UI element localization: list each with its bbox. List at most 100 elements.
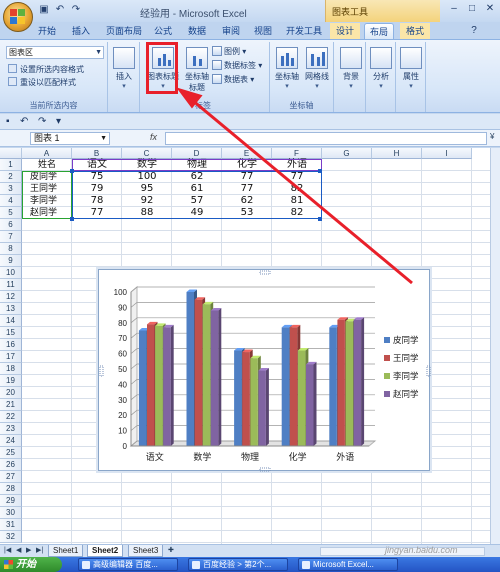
row-header-26[interactable]: 26 [0, 459, 22, 471]
expand-formula-bar-icon[interactable]: ¥ [490, 132, 494, 141]
row-header-27[interactable]: 27 [0, 471, 22, 483]
reset-style-button[interactable]: 重设以匹配样式 [8, 77, 76, 88]
row-header-22[interactable]: 22 [0, 411, 22, 423]
redo-icon[interactable]: ↷ [38, 116, 46, 127]
range-resize-handle[interactable] [318, 217, 322, 221]
column-header-h[interactable]: H [372, 148, 422, 159]
row-header-1[interactable]: 1 [0, 159, 22, 171]
row-header-3[interactable]: 3 [0, 183, 22, 195]
format-selection-button[interactable]: 设置所选内容格式 [8, 64, 84, 75]
analysis-button[interactable]: 分析 ▾ [366, 45, 396, 97]
legend-button[interactable]: 图例 ▾ [212, 46, 246, 57]
row-header-32[interactable]: 32 [0, 531, 22, 543]
range-resize-handle[interactable] [70, 169, 74, 173]
tab-review[interactable]: 审阅 [218, 23, 244, 39]
insert-button[interactable]: 插入 ▾ [108, 45, 140, 97]
redo-icon[interactable]: ↷ [70, 4, 82, 16]
taskbar-item-editor[interactable]: 高级编辑器 百度... [78, 558, 178, 571]
sheet-tab-1[interactable]: Sheet1 [48, 545, 84, 557]
minimize-button[interactable]: – [446, 2, 462, 16]
tab-insert[interactable]: 插入 [68, 23, 94, 39]
range-resize-handle[interactable] [318, 169, 322, 173]
column-header-a[interactable]: A [22, 148, 72, 159]
start-button[interactable]: 开始 [0, 557, 62, 572]
row-header-28[interactable]: 28 [0, 483, 22, 495]
formula-input[interactable] [165, 132, 487, 145]
range-resize-handle[interactable] [70, 217, 74, 221]
column-header-f[interactable]: F [272, 148, 322, 159]
row-header-14[interactable]: 14 [0, 315, 22, 327]
column-header-e[interactable]: E [222, 148, 272, 159]
row-header-15[interactable]: 15 [0, 327, 22, 339]
row-header-31[interactable]: 31 [0, 519, 22, 531]
row-header-13[interactable]: 13 [0, 303, 22, 315]
prev-sheet-icon[interactable]: ◀ [16, 546, 21, 554]
data-table-button[interactable]: 数据表 ▾ [212, 74, 254, 85]
row-header-12[interactable]: 12 [0, 291, 22, 303]
tab-format[interactable]: 格式 [400, 23, 430, 39]
taskbar-item-excel[interactable]: Microsoft Excel... [298, 558, 398, 571]
row-header-23[interactable]: 23 [0, 423, 22, 435]
next-sheet-icon[interactable]: ▶ [26, 546, 31, 554]
tab-page-layout[interactable]: 页面布局 [102, 23, 146, 39]
column-header-d[interactable]: D [172, 148, 222, 159]
row-header-10[interactable]: 10 [0, 267, 22, 279]
row-header-9[interactable]: 9 [0, 255, 22, 267]
row-header-17[interactable]: 17 [0, 351, 22, 363]
sheet-tab-2[interactable]: Sheet2 [87, 545, 124, 557]
gridlines-button[interactable]: 网格线 ▾ [302, 45, 332, 97]
row-header-16[interactable]: 16 [0, 339, 22, 351]
tab-home[interactable]: 开始 [34, 23, 60, 39]
insert-sheet-icon[interactable]: ✚ [168, 546, 174, 554]
vertical-scrollbar[interactable] [490, 148, 500, 544]
row-header-25[interactable]: 25 [0, 447, 22, 459]
undo-icon[interactable]: ↶ [20, 116, 28, 127]
undo-icon[interactable]: ↶ [54, 4, 66, 16]
column-header-g[interactable]: G [322, 148, 372, 159]
tab-formulas[interactable]: 公式 [150, 23, 176, 39]
close-button[interactable]: ✕ [482, 2, 498, 16]
row-header-20[interactable]: 20 [0, 387, 22, 399]
row-header-5[interactable]: 5 [0, 207, 22, 219]
table-header-cell[interactable]: 姓名 [22, 159, 72, 171]
first-sheet-icon[interactable]: |◀ [4, 546, 11, 554]
customize-qat-icon[interactable]: ▾ [56, 116, 61, 127]
office-button[interactable] [3, 2, 33, 32]
background-button[interactable]: 背景 ▾ [336, 45, 366, 97]
name-box[interactable]: 图表 1 ▼ [30, 132, 110, 145]
save-icon[interactable]: ▣ [38, 4, 50, 16]
taskbar-item-browser[interactable]: 百度经验 > 第2个... [188, 558, 288, 571]
chart-area[interactable]: 0 10 20 30 40 50 60 70 80 90 100 语文 数学 物理 化学 外语 皮同学 王同学 李同… [98, 269, 431, 472]
select-all-corner[interactable] [0, 148, 22, 159]
tab-data[interactable]: 数据 [184, 23, 210, 39]
row-header-18[interactable]: 18 [0, 363, 22, 375]
row-header-29[interactable]: 29 [0, 495, 22, 507]
row-header-11[interactable]: 11 [0, 279, 22, 291]
row-header-6[interactable]: 6 [0, 219, 22, 231]
last-sheet-icon[interactable]: ▶| [36, 546, 43, 554]
tab-layout[interactable]: 布局 [364, 23, 394, 39]
column-header-b[interactable]: B [72, 148, 122, 159]
worksheet-grid[interactable]: A B C D E F G H I 1 2 3 4 5 6 7 8 9 10 11 12 13 14 15 16 17 18 19 20… [0, 148, 490, 544]
save-icon[interactable]: ▪ [6, 116, 10, 127]
axis-titles-button[interactable]: 坐标轴标题 [182, 45, 212, 97]
row-header-30[interactable]: 30 [0, 507, 22, 519]
row-header-4[interactable]: 4 [0, 195, 22, 207]
axes-button[interactable]: 坐标轴 ▾ [272, 45, 302, 97]
row-header-7[interactable]: 7 [0, 231, 22, 243]
data-labels-button[interactable]: 数据标签 ▾ [212, 60, 262, 71]
column-header-i[interactable]: I [422, 148, 472, 159]
tab-view[interactable]: 视图 [250, 23, 276, 39]
tab-developer[interactable]: 开发工具 [282, 23, 326, 39]
sheet-tab-3[interactable]: Sheet3 [128, 545, 164, 557]
column-header-c[interactable]: C [122, 148, 172, 159]
maximize-button[interactable]: □ [464, 2, 480, 16]
insert-function-icon[interactable]: fx [150, 132, 157, 142]
row-header-24[interactable]: 24 [0, 435, 22, 447]
row-header-19[interactable]: 19 [0, 375, 22, 387]
help-icon[interactable]: ? [466, 24, 482, 38]
tab-design[interactable]: 设计 [330, 23, 360, 39]
row-header-21[interactable]: 21 [0, 399, 22, 411]
row-header-2[interactable]: 2 [0, 171, 22, 183]
row-header-8[interactable]: 8 [0, 243, 22, 255]
